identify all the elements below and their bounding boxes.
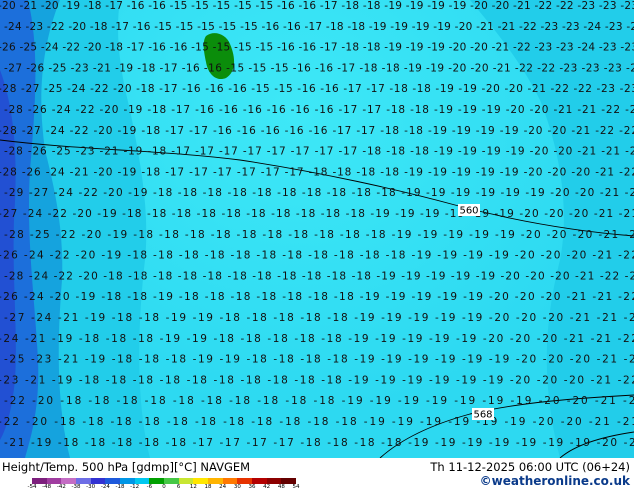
temperature-row: -28 -27 -24 -22 -20 -19 -18 -17 -17 -16 …	[0, 125, 634, 137]
color-scale-tick-label: 54	[292, 484, 300, 490]
color-scale-tick-label: 24	[219, 484, 227, 490]
temperature-row: -20 -21 -20 -19 -18 -17 -16 -16 -15 -15 …	[0, 0, 634, 12]
color-scale-tick-label: 30	[233, 484, 241, 490]
temperature-row: -29 -27 -24 -22 -20 -19 -18 -18 -18 -18 …	[4, 187, 634, 199]
color-scale-tick-label: -24	[100, 484, 110, 490]
color-scale-tick-label: 18	[204, 484, 212, 490]
temperature-row: -24 -23 -22 -20 -18 -17 -16 -15 -15 -15 …	[4, 21, 634, 33]
color-scale-tick-label: -6	[146, 484, 153, 490]
temperature-row: -22 -20 -18 -18 -18 -18 -18 -18 -18 -18 …	[4, 395, 634, 407]
temperature-row: -21 -19 -18 -18 -18 -18 -18 -17 -17 -17 …	[4, 437, 634, 449]
temperature-row: -25 -23 -21 -19 -18 -18 -18 -19 -19 -18 …	[4, 354, 634, 366]
color-scale-tick-label: 42	[263, 484, 271, 490]
color-scale-tick-label: 48	[277, 484, 285, 490]
color-scale-tick-label: -30	[86, 484, 96, 490]
color-scale-tick-label: 6	[176, 484, 181, 490]
temperature-row: -27 -24 -22 -20 -19 -18 -18 -18 -18 -18 …	[0, 208, 634, 220]
temperature-row: -26 -24 -22 -20 -19 -18 -18 -18 -18 -18 …	[0, 250, 634, 262]
valid-time: Th 11-12-2025 06:00 UTC (06+24)	[430, 460, 630, 474]
weather-map: -20 -21 -20 -19 -18 -17 -16 -16 -15 -15 …	[0, 0, 634, 458]
temperature-row: -27 -24 -21 -19 -18 -18 -19 -19 -18 -18 …	[4, 312, 634, 324]
color-scale-tick-label: 0	[162, 484, 166, 490]
source-credit[interactable]: ©weatheronline.co.uk	[480, 475, 630, 488]
temperature-row: -23 -21 -19 -18 -18 -18 -18 -18 -18 -18 …	[0, 374, 634, 386]
color-scale-tick-label: -38	[71, 484, 81, 490]
color-scale-tick-label: -54	[27, 484, 37, 490]
temperature-row: -28 -25 -22 -20 -19 -18 -18 -18 -18 -18 …	[4, 229, 634, 241]
isohypse-label-560: 560	[458, 204, 480, 217]
color-scale-tick-label: 36	[248, 484, 256, 490]
color-scale-tick-label: -18	[115, 484, 125, 490]
color-scale-tick-label: -48	[42, 484, 52, 490]
temperature-row: -24 -21 -19 -18 -18 -18 -19 -19 -18 -18 …	[0, 333, 634, 345]
temperature-row: -28 -26 -24 -21 -20 -19 -18 -17 -17 -17 …	[0, 166, 634, 178]
map-footer: Height/Temp. 500 hPa [gdmp][°C] NAVGEM T…	[0, 458, 634, 490]
isohypse-label-568-text: 568	[473, 410, 492, 421]
temperature-row: -26 -25 -24 -22 -20 -18 -17 -16 -16 -15 …	[0, 42, 634, 54]
color-scale-ticks: -54 -48 -42 -38 -30 -24 -18 -12 -6 0 6 12 18 24 30 36 42…	[28, 484, 300, 492]
temperature-row: -28 -26 -24 -22 -20 -19 -18 -17 -16 -16 …	[4, 104, 634, 116]
isohypse-label-560-text: 560	[459, 206, 478, 217]
color-scale-tick-label: -12	[130, 484, 140, 490]
color-scale-tick-label: -42	[56, 484, 66, 490]
temperature-row: -26 -24 -20 -19 -18 -18 -19 -18 -18 -18 …	[0, 291, 634, 303]
temperature-row: -28 -24 -22 -20 -18 -18 -18 -18 -18 -18 …	[4, 270, 634, 282]
isohypse-label-568: 568	[472, 408, 494, 421]
temperature-row: -28 -26 -25 -23 -21 -19 -18 -17 -17 -17 …	[4, 146, 634, 158]
map-title: Height/Temp. 500 hPa [gdmp][°C] NAVGEM	[2, 460, 251, 474]
temperature-row: -27 -26 -25 -23 -21 -19 -18 -17 -16 -16 …	[4, 62, 634, 74]
temperature-row: -28 -27 -25 -24 -22 -20 -18 -17 -16 -16 …	[0, 83, 634, 95]
color-scale-tick-label: 12	[189, 484, 197, 490]
